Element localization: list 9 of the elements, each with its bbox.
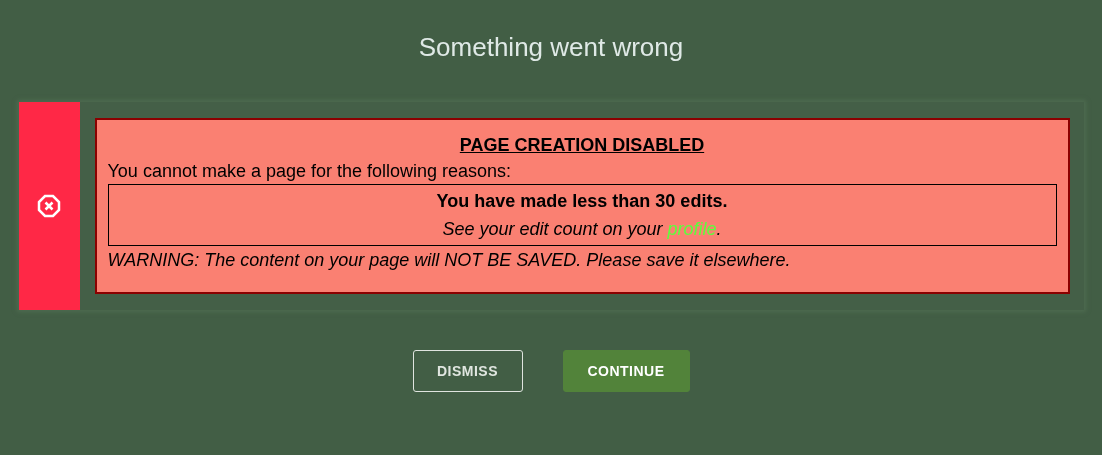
- reason-headline: You have made less than 30 edits.: [436, 190, 728, 213]
- error-heading: PAGE CREATION DISABLED: [458, 134, 706, 156]
- error-intro: You cannot make a page for the following reasons:: [107, 160, 513, 183]
- warning-text: WARNING: The content on your page will NOT BE SAVED. Please save it elsewhere.: [107, 249, 792, 272]
- dialog-title: Something went wrong: [418, 31, 684, 64]
- continue-button[interactable]: CONTINUE: [562, 350, 690, 392]
- dismiss-button[interactable]: DISMISS: [412, 350, 523, 392]
- error-icon: [37, 194, 61, 218]
- reason-note: See your edit count on your profile.: [442, 218, 722, 241]
